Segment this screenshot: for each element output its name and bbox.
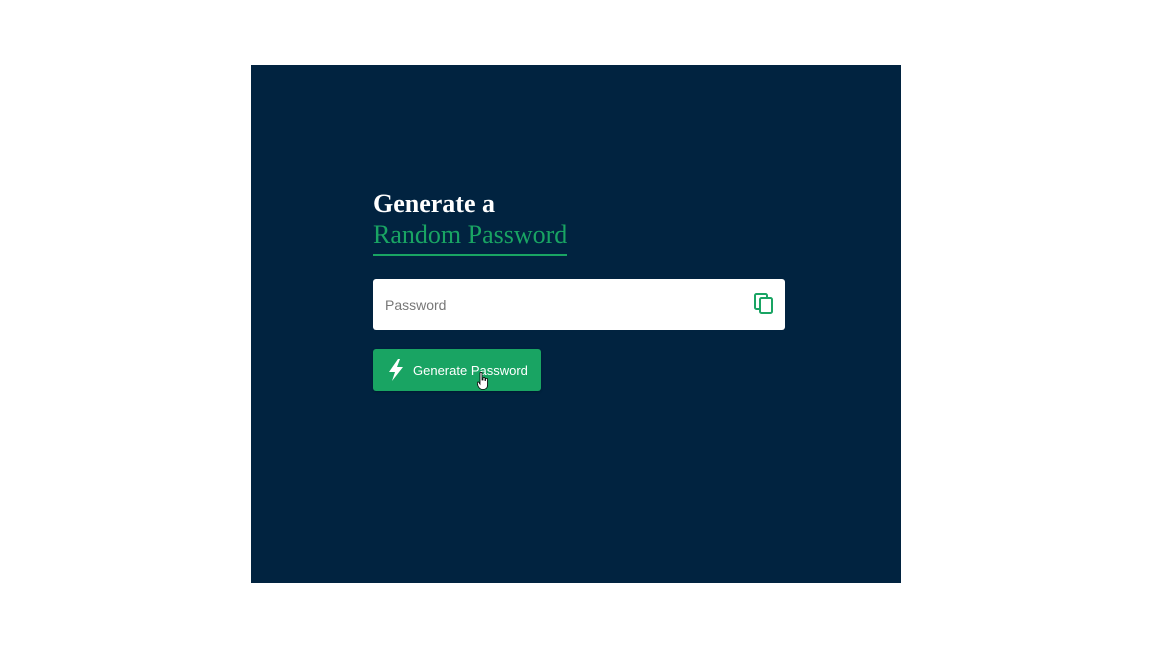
password-input[interactable] [373,279,743,330]
heading-line-1: Generate a [373,189,496,218]
copy-icon[interactable] [753,293,775,315]
lightning-bolt-icon [389,359,403,381]
generator-panel: Generate a Random Password Generate Pass… [251,65,901,583]
generate-password-label: Generate Password [413,362,528,378]
generate-password-button[interactable]: Generate Password [373,349,541,391]
password-field [373,279,785,330]
heading-line-2: Random Password [373,220,568,256]
generator-content: Generate a Random Password Generate Pass… [373,189,785,391]
